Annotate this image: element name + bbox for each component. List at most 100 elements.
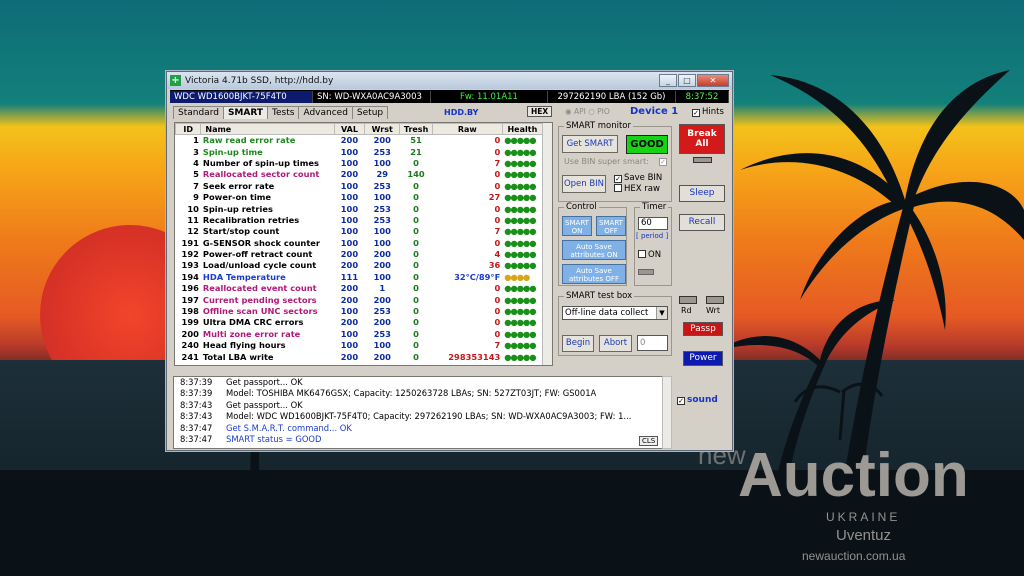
tab-smart[interactable]: SMART — [222, 106, 269, 119]
table-row[interactable]: 193 Load/unload cycle count 200 200 0 36 ●●●●● — [176, 260, 543, 271]
attr-raw: 4 — [494, 249, 501, 260]
table-row[interactable]: 240 Head flying hours 100 100 0 7 ●●●●● — [176, 340, 543, 351]
recall-button[interactable]: Recall — [679, 214, 725, 231]
maximize-button[interactable]: □ — [678, 74, 696, 87]
tab-strip: Standard SMART Tests Advanced Setup — [173, 106, 389, 119]
table-row[interactable]: 192 Power-off retract count 200 200 0 4 ●●●●● — [176, 248, 543, 259]
table-row[interactable]: 1 Raw read error rate 200 200 51 0 ●●●●● — [176, 135, 543, 146]
watermark-ukraine: UKRAINE — [826, 510, 901, 524]
get-smart-button[interactable]: Get SMART — [562, 135, 618, 153]
hddby-link[interactable]: HDD.BY — [444, 108, 478, 117]
table-row[interactable]: 199 Ultra DMA CRC errors 200 200 0 0 ●●●●● — [176, 317, 543, 328]
smart-on-button[interactable]: SMART ON — [562, 216, 592, 236]
clear-log-button[interactable]: CLS — [639, 436, 659, 446]
smart-off-button[interactable]: SMART OFF — [596, 216, 626, 236]
bin-super-checkbox[interactable]: ✓ — [659, 156, 669, 166]
minimize-button[interactable]: _ — [659, 74, 677, 87]
open-bin-button[interactable]: Open BIN — [562, 175, 606, 193]
table-row[interactable]: 12 Start/stop count 100 100 0 7 ●●●●● — [176, 226, 543, 237]
hex-button[interactable]: HEX — [527, 106, 553, 117]
attr-tresh: 0 — [413, 306, 419, 317]
table-row[interactable]: 10 Spin-up retries 100 253 0 0 ●●●●● — [176, 203, 543, 214]
tab-tests[interactable]: Tests — [267, 106, 300, 119]
attr-name: Spin-up retries — [202, 203, 273, 214]
autosave-off-button[interactable]: Auto Save attributes OFF — [562, 264, 626, 284]
table-scrollbar[interactable] — [542, 123, 552, 365]
interface-radios: ◉ API ○ PIO — [565, 107, 610, 116]
autosave-on-button[interactable]: Auto Save attributes ON — [562, 240, 626, 260]
col-id[interactable]: ID — [175, 123, 202, 135]
break-all-button[interactable]: Break All — [679, 124, 725, 154]
log-message: Model: WDC WD1600BJKT-75F4T0; Capacity: … — [226, 411, 632, 422]
table-row[interactable]: 197 Current pending sectors 200 200 0 0 ●●●●● — [176, 294, 543, 305]
tab-advanced[interactable]: Advanced — [298, 106, 353, 119]
log-panel[interactable]: 8:37:39 Get passport... OK 8:37:39 Model: T… — [173, 376, 671, 449]
table-row[interactable]: 5 Reallocated sector count 200 29 140 0 ●●●●● — [176, 169, 543, 180]
app-plus-icon: + — [170, 75, 181, 86]
title-bar[interactable]: + Victoria 4.71b SSD, http://hdd.by _ □ … — [167, 72, 732, 89]
table-row[interactable]: 3 Spin-up time 100 253 21 0 ●●●●● — [176, 146, 543, 157]
table-row[interactable]: 241 Total LBA write 200 200 0 298353143 ●●●●● — [176, 351, 543, 362]
chevron-down-icon[interactable]: ▼ — [656, 307, 667, 319]
control-label: Control — [564, 202, 599, 212]
attr-tresh: 21 — [410, 146, 422, 157]
attr-health: ●●●●● — [504, 283, 536, 294]
attr-name: Reallocated sector count — [202, 169, 320, 180]
attr-wrst: 29 — [376, 169, 388, 180]
sleep-button[interactable]: Sleep — [679, 185, 725, 202]
attr-val: 100 — [340, 214, 359, 225]
radio-pio-icon[interactable]: ○ — [588, 107, 595, 116]
table-row[interactable]: 194 HDA Temperature 111 100 0 32°C/89°F ●●●● — [176, 271, 543, 282]
device-label[interactable]: Device 1 — [630, 106, 678, 117]
tab-standard[interactable]: Standard — [173, 106, 224, 119]
abort-button[interactable]: Abort — [599, 335, 632, 352]
begin-button[interactable]: Begin — [562, 335, 594, 352]
attr-id: 5 — [193, 169, 199, 180]
attr-health: ●●●●● — [504, 249, 536, 260]
attr-wrst: 200 — [373, 135, 391, 146]
close-button[interactable]: ✕ — [697, 74, 729, 87]
attr-name: Head flying hours — [202, 340, 286, 351]
tab-setup[interactable]: Setup — [351, 106, 389, 119]
attr-tresh: 0 — [413, 294, 419, 305]
radio-pio-label: PIO — [597, 107, 610, 116]
table-row[interactable]: 4 Number of spin-up times 100 100 0 7 ●●●●● — [176, 157, 543, 168]
test-type-select[interactable]: Off-line data collect ▼ — [562, 306, 668, 320]
hex-raw-checkbox[interactable]: HEX raw — [614, 184, 660, 194]
sound-checkbox[interactable]: ✓ sound — [677, 395, 718, 405]
table-row[interactable]: 11 Recalibration retries 100 253 0 0 ●●●●● — [176, 214, 543, 225]
col-name[interactable]: Name — [200, 123, 335, 135]
radio-api-icon[interactable]: ◉ — [565, 107, 572, 116]
table-row[interactable]: 7 Seek error rate 100 253 0 0 ●●●●● — [176, 180, 543, 191]
col-val[interactable]: VAL — [333, 123, 366, 135]
table-row[interactable]: 200 Multi zone error rate 100 253 0 0 ●●●●● — [176, 328, 543, 339]
attr-name: Ultra DMA CRC errors — [202, 317, 304, 328]
attr-wrst: 253 — [373, 214, 391, 225]
col-wrst[interactable]: Wrst — [364, 123, 401, 135]
attr-wrst: 200 — [373, 294, 391, 305]
table-row[interactable]: 198 Offline scan UNC sectors 100 253 0 0 ●●●●● — [176, 305, 543, 316]
attr-id: 1 — [193, 135, 199, 146]
log-scrollbar[interactable] — [662, 376, 672, 449]
save-bin-checkbox[interactable]: ✓ Save BIN — [614, 173, 662, 183]
rd-label: Rd — [681, 306, 692, 315]
attr-raw: 7 — [494, 340, 501, 351]
col-raw[interactable]: Raw — [431, 123, 503, 135]
attr-id: 7 — [193, 180, 199, 191]
attr-health: ●●●●● — [504, 317, 536, 328]
attr-name: HDA Temperature — [202, 271, 286, 282]
col-tresh[interactable]: Tresh — [399, 123, 433, 135]
attr-raw: 7 — [494, 157, 501, 168]
test-progress-field[interactable]: 0 — [637, 335, 668, 351]
table-row[interactable]: 9 Power-on time 100 100 0 27 ●●●●● — [176, 191, 543, 202]
passport-button[interactable]: Passp — [683, 322, 723, 336]
power-button[interactable]: Power — [683, 351, 723, 366]
attr-tresh: 0 — [413, 192, 419, 203]
smart-attributes-table: ID Name VAL Wrst Tresh Raw Health 1 Raw r… — [174, 122, 553, 366]
col-health[interactable]: Health — [501, 123, 544, 135]
table-row[interactable]: 196 Reallocated event count 200 1 0 0 ●●●●● — [176, 283, 543, 294]
timer-on-checkbox[interactable]: ON — [638, 250, 661, 260]
hints-checkbox[interactable]: ✓ Hints — [692, 107, 724, 117]
timer-input[interactable]: 60 — [638, 217, 668, 230]
table-row[interactable]: 191 G-SENSOR shock counter 100 100 0 0 ●●●●● — [176, 237, 543, 248]
